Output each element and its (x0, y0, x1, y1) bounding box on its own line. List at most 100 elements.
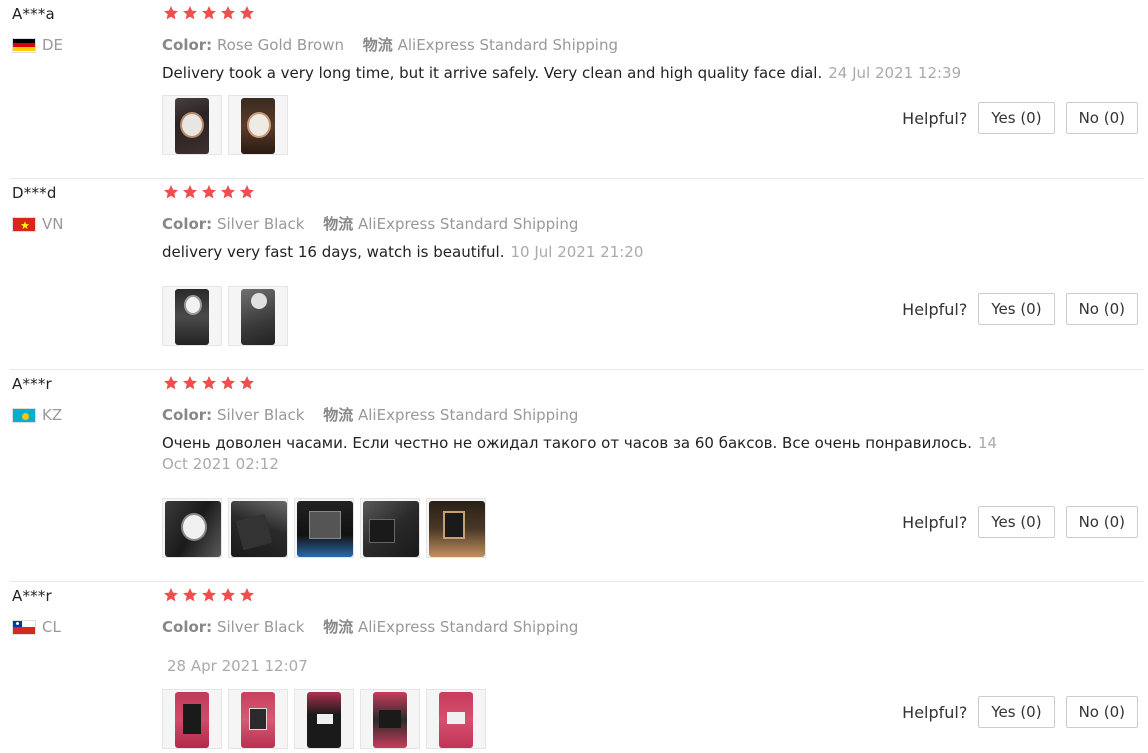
star-icon (220, 587, 236, 603)
review-photo-thumbnail[interactable] (162, 286, 222, 346)
star-icon (163, 375, 179, 391)
helpful-vote: Helpful? Yes (0) No (0) (902, 293, 1138, 325)
helpful-no-button[interactable]: No (0) (1065, 506, 1138, 538)
review-meta: Color: Silver Black 物流 AliExpress Standa… (162, 404, 578, 425)
review-text: Delivery took a very long time, but it a… (162, 63, 1002, 84)
review-item: A***r CL Color: Silver Black 物流 AliExpre… (0, 582, 1148, 753)
review-photo-thumbnail[interactable] (426, 498, 486, 558)
star-icon (163, 5, 179, 21)
flag-kz-icon (12, 407, 36, 423)
review-photo-thumbnail[interactable] (360, 498, 420, 558)
reviewer-country: KZ (12, 406, 62, 424)
review-photos (162, 498, 486, 558)
reviewer-name: A***a (12, 5, 55, 23)
review-body: Очень доволен часами. Если честно не ожи… (162, 434, 972, 452)
review-body: delivery very fast 16 days, watch is bea… (162, 243, 505, 261)
review-item: D***d VN Color: Silver Black 物流 AliExpre… (0, 179, 1148, 370)
star-icon (163, 184, 179, 200)
helpful-label: Helpful? (902, 702, 968, 722)
review-photo-thumbnail[interactable] (228, 95, 288, 155)
helpful-no-button[interactable]: No (0) (1065, 293, 1138, 325)
review-photo-thumbnail[interactable] (228, 286, 288, 346)
shipping-label: 物流 (362, 36, 393, 54)
reviewer-country: VN (12, 215, 63, 233)
star-icon (239, 587, 255, 603)
helpful-no-button[interactable]: No (0) (1065, 696, 1138, 728)
color-label: Color: (162, 406, 213, 424)
review-photo-thumbnail[interactable] (426, 689, 486, 749)
country-code: KZ (42, 406, 63, 424)
helpful-no-button[interactable]: No (0) (1065, 102, 1138, 134)
reviewer-country: DE (12, 36, 63, 54)
star-icon (220, 375, 236, 391)
review-photo-thumbnail[interactable] (228, 689, 288, 749)
helpful-label: Helpful? (902, 108, 968, 128)
helpful-yes-button[interactable]: Yes (0) (978, 696, 1055, 728)
review-date: 28 Apr 2021 12:07 (167, 657, 308, 675)
star-rating (163, 5, 255, 21)
flag-de-icon (12, 37, 36, 53)
color-value: Silver Black (216, 618, 305, 636)
star-icon (182, 375, 198, 391)
star-icon (201, 587, 217, 603)
star-icon (182, 5, 198, 21)
helpful-yes-button[interactable]: Yes (0) (978, 293, 1055, 325)
review-text: delivery very fast 16 days, watch is bea… (162, 242, 1002, 263)
review-item: A***r KZ Color: Silver Black 物流 AliExpre… (0, 370, 1148, 582)
reviewer-name: D***d (12, 184, 57, 202)
color-value: Silver Black (216, 406, 305, 424)
star-rating (163, 587, 255, 603)
star-icon (182, 587, 198, 603)
review-date: 24 Jul 2021 12:39 (828, 64, 962, 82)
color-value: Silver Black (216, 215, 305, 233)
star-rating (163, 184, 255, 200)
shipping-label: 物流 (323, 215, 354, 233)
color-label: Color: (162, 618, 213, 636)
shipping-value: AliExpress Standard Shipping (358, 215, 579, 233)
helpful-label: Helpful? (902, 299, 968, 319)
shipping-value: AliExpress Standard Shipping (358, 406, 579, 424)
review-meta: Color: Silver Black 物流 AliExpress Standa… (162, 616, 578, 637)
review-photo-thumbnail[interactable] (162, 498, 222, 558)
country-code: CL (42, 618, 61, 636)
star-rating (163, 375, 255, 391)
star-icon (239, 184, 255, 200)
color-label: Color: (162, 215, 213, 233)
review-text: Очень доволен часами. Если честно не ожи… (162, 433, 1002, 475)
review-date: 10 Jul 2021 21:20 (510, 243, 644, 261)
star-icon (201, 375, 217, 391)
review-photo-thumbnail[interactable] (294, 498, 354, 558)
country-code: DE (42, 36, 64, 54)
star-icon (182, 184, 198, 200)
shipping-value: AliExpress Standard Shipping (397, 36, 618, 54)
review-photos (162, 286, 288, 346)
review-meta: Color: Silver Black 物流 AliExpress Standa… (162, 213, 578, 234)
helpful-yes-button[interactable]: Yes (0) (978, 102, 1055, 134)
color-value: Rose Gold Brown (216, 36, 345, 54)
reviewer-name: A***r (12, 375, 52, 393)
color-label: Color: (162, 36, 213, 54)
helpful-yes-button[interactable]: Yes (0) (978, 506, 1055, 538)
review-photo-thumbnail[interactable] (228, 498, 288, 558)
star-icon (201, 5, 217, 21)
star-icon (239, 5, 255, 21)
review-photos (162, 95, 288, 155)
helpful-vote: Helpful? Yes (0) No (0) (902, 696, 1138, 728)
review-photo-thumbnail[interactable] (360, 689, 420, 749)
review-photos (162, 689, 486, 749)
review-photo-thumbnail[interactable] (294, 689, 354, 749)
shipping-label: 物流 (323, 618, 354, 636)
helpful-label: Helpful? (902, 512, 968, 532)
star-icon (201, 184, 217, 200)
review-photo-thumbnail[interactable] (162, 689, 222, 749)
country-code: VN (42, 215, 64, 233)
star-icon (220, 184, 236, 200)
shipping-value: AliExpress Standard Shipping (358, 618, 579, 636)
review-item: A***a DE Color: Rose Gold Brown 物流 AliEx… (0, 0, 1148, 179)
review-photo-thumbnail[interactable] (162, 95, 222, 155)
review-body: Delivery took a very long time, but it a… (162, 64, 823, 82)
star-icon (220, 5, 236, 21)
helpful-vote: Helpful? Yes (0) No (0) (902, 102, 1138, 134)
star-icon (163, 587, 179, 603)
shipping-label: 物流 (323, 406, 354, 424)
